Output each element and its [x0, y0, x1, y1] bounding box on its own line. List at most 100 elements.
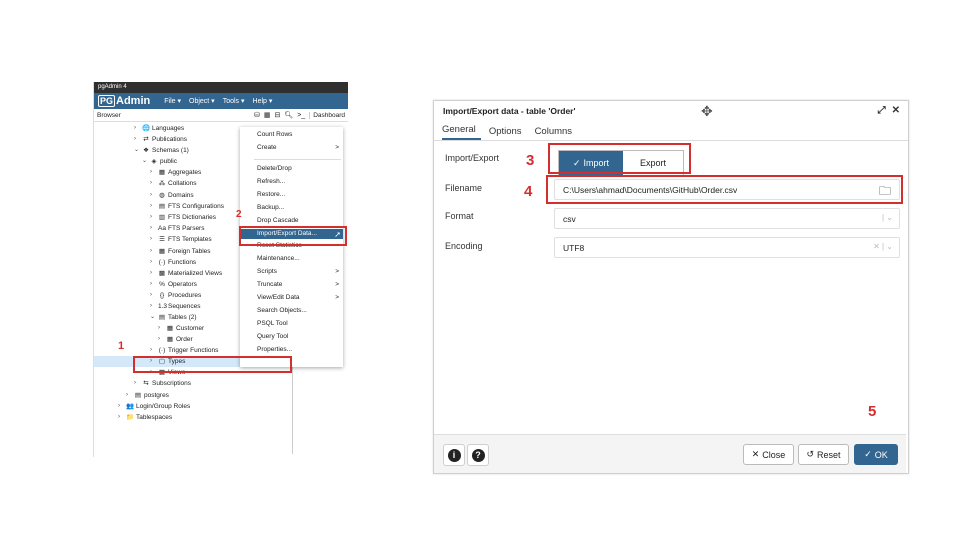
tree-item[interactable]: › ◍ Domains [150, 190, 194, 201]
close-icon[interactable]: ✕ [892, 105, 900, 116]
tree-item[interactable]: › ⇄ Publications [134, 134, 187, 145]
tree-item[interactable]: › Aa FTS Parsers [150, 223, 204, 234]
tree-item[interactable]: ›% Operators [150, 279, 197, 290]
chevron-right-icon[interactable]: › [150, 190, 156, 201]
tree-item[interactable]: › 🌐 Languages [134, 123, 184, 134]
chevron-right-icon[interactable]: › [150, 246, 156, 257]
context-menu-item[interactable]: Scripts > [240, 267, 343, 277]
search-icon[interactable]: 🔍︎ [284, 111, 293, 119]
table-icon[interactable]: ▦ [264, 111, 271, 119]
chevron-right-icon[interactable]: › [126, 390, 132, 401]
format-select[interactable]: csv | ⌄ [554, 208, 900, 229]
encoding-select[interactable]: UTF8 ✕ | ⌄ [554, 237, 900, 258]
chevron-right-icon[interactable]: › [150, 178, 156, 189]
context-menu-item[interactable]: Refresh... [240, 177, 343, 187]
chevron-right-icon[interactable]: › [150, 212, 156, 223]
context-menu-item[interactable]: Count Rows [240, 130, 343, 140]
chevron-right-icon[interactable]: › [134, 123, 140, 134]
context-menu-item[interactable]: Query Tool [240, 332, 343, 342]
context-menu-item[interactable]: Drop Cascade [240, 216, 343, 226]
chevron-right-icon[interactable]: › [150, 223, 156, 234]
chevron-down-icon[interactable]: ⌄ [150, 312, 156, 323]
tab-columns[interactable]: Columns [535, 126, 578, 140]
tree-item[interactable]: › ⁂ Collations [150, 178, 197, 189]
chevron-right-icon[interactable]: › [150, 257, 156, 268]
tree-item[interactable]: › ⇆ Subscriptions [134, 378, 191, 389]
ok-button[interactable]: ✓ OK [854, 444, 898, 465]
chevron-right-icon[interactable]: › [150, 345, 156, 356]
close-button[interactable]: ✕ Close [743, 444, 794, 465]
context-menu-item[interactable]: PSQL Tool [240, 319, 343, 329]
tree-item-label: Procedures [168, 292, 202, 299]
context-menu-item[interactable]: View/Edit Data > [240, 293, 343, 303]
menu-help[interactable]: Help ▾ [253, 97, 273, 105]
tree-item[interactable]: ⌄ ◈ public [142, 156, 177, 167]
context-menu-item[interactable]: Backup... [240, 203, 343, 213]
filter-icon[interactable]: ⊟ [274, 111, 280, 119]
tree-node-icon: ▩ [158, 270, 166, 277]
tree-item[interactable]: › ▤ FTS Configurations [150, 201, 224, 212]
tree-item[interactable]: › 👥 Login/Group Roles [118, 401, 190, 412]
menu-object[interactable]: Object ▾ [189, 97, 215, 105]
tree-item[interactable]: › ▦ Order [158, 334, 193, 345]
tree-item[interactable]: ⌄ ▤ Tables (2) [150, 312, 197, 323]
context-menu-item[interactable]: Truncate > [240, 280, 343, 290]
maximize-icon[interactable]: ⤢ [878, 105, 886, 116]
chevron-right-icon[interactable]: › [118, 401, 124, 412]
chevron-right-icon[interactable]: › [134, 134, 140, 145]
tree-item[interactable]: › ▦ Foreign Tables [150, 246, 211, 257]
context-menu-item[interactable]: Create > [240, 143, 343, 153]
tree-item[interactable]: › (·) Functions [150, 257, 196, 268]
tab-options[interactable]: Options [489, 126, 527, 140]
tab-dashboard[interactable]: Dashboard [309, 111, 348, 119]
chevron-right-icon[interactable]: › [150, 301, 156, 312]
chevron-right-icon[interactable]: › [150, 290, 156, 301]
tree-item[interactable]: › ▥ FTS Dictionaries [150, 212, 216, 223]
tree-item-label: postgres [144, 392, 169, 399]
tree-item[interactable]: ⌄ ❖ Schemas (1) [134, 145, 189, 156]
tree-node-icon: Aa [158, 225, 166, 232]
chevron-right-icon[interactable]: › [150, 279, 156, 290]
tab-general[interactable]: General [442, 124, 481, 140]
chevron-right-icon[interactable]: › [118, 412, 124, 423]
logo-pg: PG [98, 95, 116, 107]
chevron-down-icon[interactable]: ⌄ [134, 145, 140, 156]
clear-chevron-icon[interactable]: ✕ | ⌄ [873, 242, 893, 251]
tree-item[interactable]: ›{} Procedures [150, 290, 201, 301]
chevron-right-icon[interactable]: › [134, 378, 140, 389]
menu-file[interactable]: File ▾ [164, 97, 181, 105]
tree-item[interactable]: › ▦ Aggregates [150, 167, 201, 178]
tree-item-label: Domains [168, 192, 194, 199]
context-menu-item[interactable]: Search Objects... [240, 306, 343, 316]
menu-separator [254, 159, 341, 160]
tree-item[interactable]: › ☰ FTS Templates [150, 234, 212, 245]
terminal-icon[interactable]: >_ [297, 112, 305, 119]
tree-item[interactable]: › (·) Trigger Functions [150, 345, 218, 356]
context-menu-label: Backup... [257, 204, 285, 211]
menu-tools[interactable]: Tools ▾ [223, 97, 245, 105]
context-menu-item[interactable]: Maintenance... [240, 254, 343, 264]
move-icon[interactable]: ✥ [701, 103, 713, 120]
chevron-right-icon[interactable]: › [158, 334, 164, 345]
submenu-arrow-icon: > [335, 281, 339, 288]
tree-item[interactable]: › ▦ Customer [158, 323, 204, 334]
chevron-right-icon[interactable]: › [150, 268, 156, 279]
info-button[interactable]: i [443, 444, 465, 466]
context-menu-item[interactable]: Delete/Drop [240, 164, 343, 174]
context-menu-item[interactable]: Properties... [240, 345, 343, 355]
chevron-right-icon[interactable]: › [150, 167, 156, 178]
chevron-right-icon[interactable]: › [150, 201, 156, 212]
chevron-right-icon[interactable]: › [158, 323, 164, 334]
context-menu-item[interactable]: Restore... [240, 190, 343, 200]
tree-item[interactable]: › ▤ postgres [126, 390, 169, 401]
chevron-down-icon[interactable]: | ⌄ [882, 213, 893, 222]
tree-item[interactable]: › 📁 Tablespaces [118, 412, 172, 423]
tree-item[interactable]: › ▩ Materialized Views [150, 268, 222, 279]
dialog-header[interactable]: Import/Export data - table 'Order' ✥ ⤢ ✕ [434, 101, 908, 121]
chevron-down-icon[interactable]: ⌄ [142, 156, 148, 167]
database-icon[interactable]: ⛁ [254, 111, 260, 119]
help-button[interactable]: ? [467, 444, 489, 466]
reset-button[interactable]: ↺ Reset [798, 444, 849, 465]
chevron-right-icon[interactable]: › [150, 234, 156, 245]
tree-item[interactable]: › 1.3 Sequences [150, 301, 201, 312]
